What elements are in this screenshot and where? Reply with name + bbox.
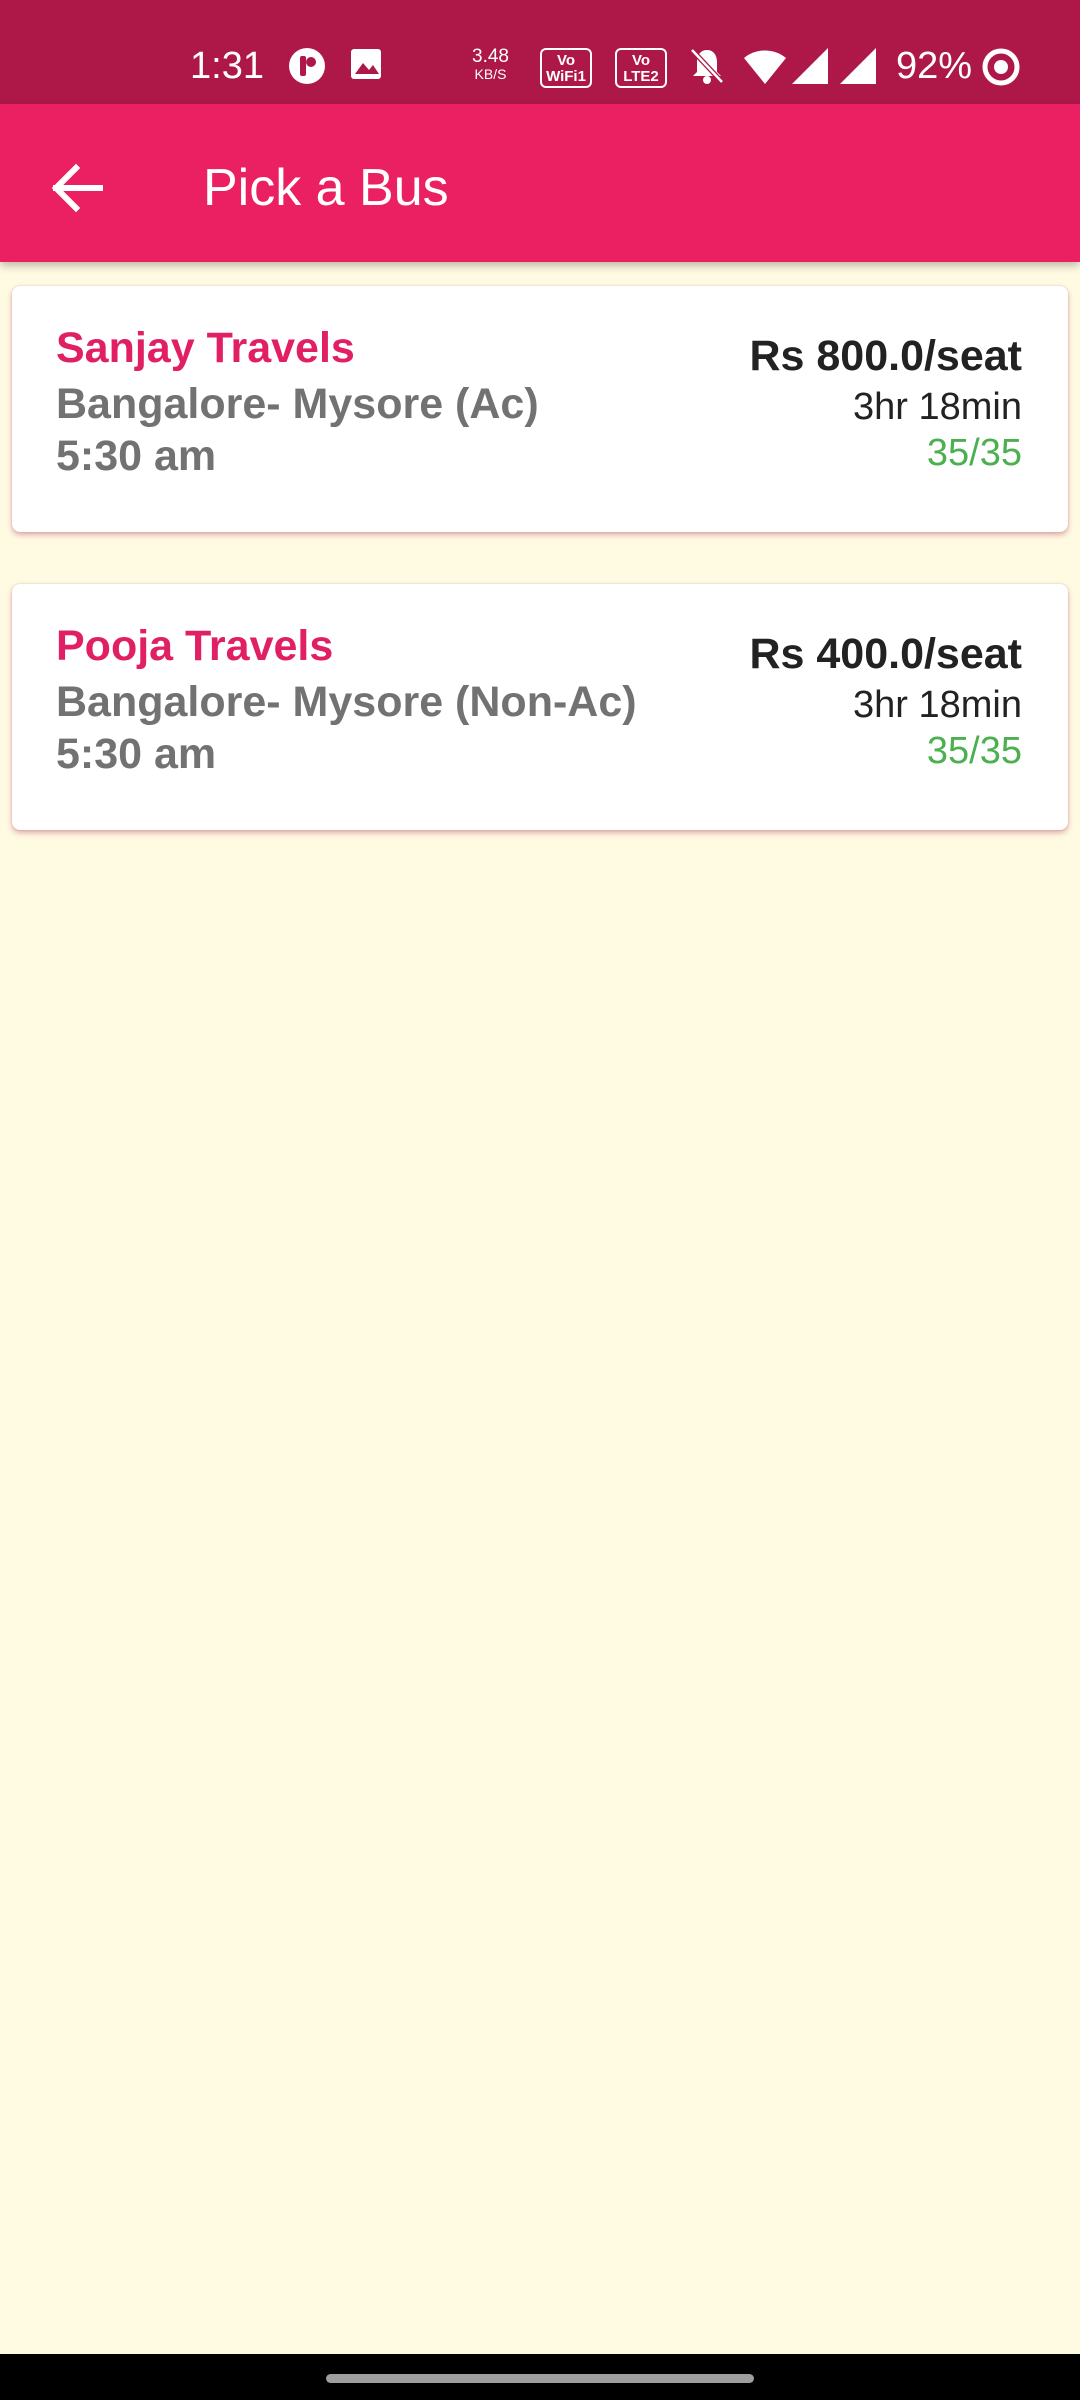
bus-departure-time: 5:30 am xyxy=(56,432,217,480)
bus-operator-name: Pooja Travels xyxy=(56,622,334,670)
sim2-badge-bottom: LTE2 xyxy=(623,68,659,85)
bus-card[interactable]: Pooja Travels Bangalore- Mysore (Non-Ac)… xyxy=(12,584,1068,830)
network-speed: 3.48 KB/S xyxy=(472,46,509,82)
bus-duration: 3hr 18min xyxy=(853,386,1022,428)
sim1-badge: Vo WiFi1 xyxy=(540,48,592,88)
bus-route: Bangalore- Mysore (Non-Ac) xyxy=(56,678,637,726)
signal-icon xyxy=(790,46,830,91)
page-title: Pick a Bus xyxy=(203,159,449,217)
app-bar: Pick a Bus xyxy=(0,104,1080,262)
bus-card[interactable]: Sanjay Travels Bangalore- Mysore (Ac) 5:… xyxy=(12,286,1068,532)
status-bar: 1:31 3.48 KB/S Vo WiFi1 Vo LTE2 92% xyxy=(0,0,1080,104)
home-indicator[interactable] xyxy=(326,2374,754,2383)
bus-duration: 3hr 18min xyxy=(853,684,1022,726)
wifi-icon xyxy=(742,46,788,91)
sim2-badge-top: Vo xyxy=(631,52,651,69)
bus-price: Rs 400.0/seat xyxy=(749,630,1022,678)
bus-seats-available: 35/35 xyxy=(926,730,1022,772)
bus-operator-name: Sanjay Travels xyxy=(56,324,355,372)
bus-route: Bangalore- Mysore (Ac) xyxy=(56,380,539,428)
network-speed-value: 3.48 xyxy=(472,46,509,67)
bus-departure-time: 5:30 am xyxy=(56,730,217,778)
back-button[interactable] xyxy=(40,148,120,228)
status-time: 1:31 xyxy=(190,45,264,87)
bus-price: Rs 800.0/seat xyxy=(749,332,1022,380)
battery-percent: 92% xyxy=(896,45,973,87)
gallery-icon xyxy=(348,46,384,87)
arrow-back-icon xyxy=(51,163,103,213)
bus-seats-available: 35/35 xyxy=(926,432,1022,474)
network-speed-unit: KB/S xyxy=(474,66,507,82)
bell-off-icon xyxy=(688,46,726,91)
sim1-badge-top: Vo xyxy=(556,52,576,69)
battery-ring-icon xyxy=(980,46,1022,93)
sim1-badge-bottom: WiFi1 xyxy=(546,68,586,85)
notification-app-icon xyxy=(287,46,327,91)
sim2-badge: Vo LTE2 xyxy=(615,48,667,88)
navigation-bar xyxy=(0,2354,1080,2400)
signal-icon xyxy=(838,46,878,91)
